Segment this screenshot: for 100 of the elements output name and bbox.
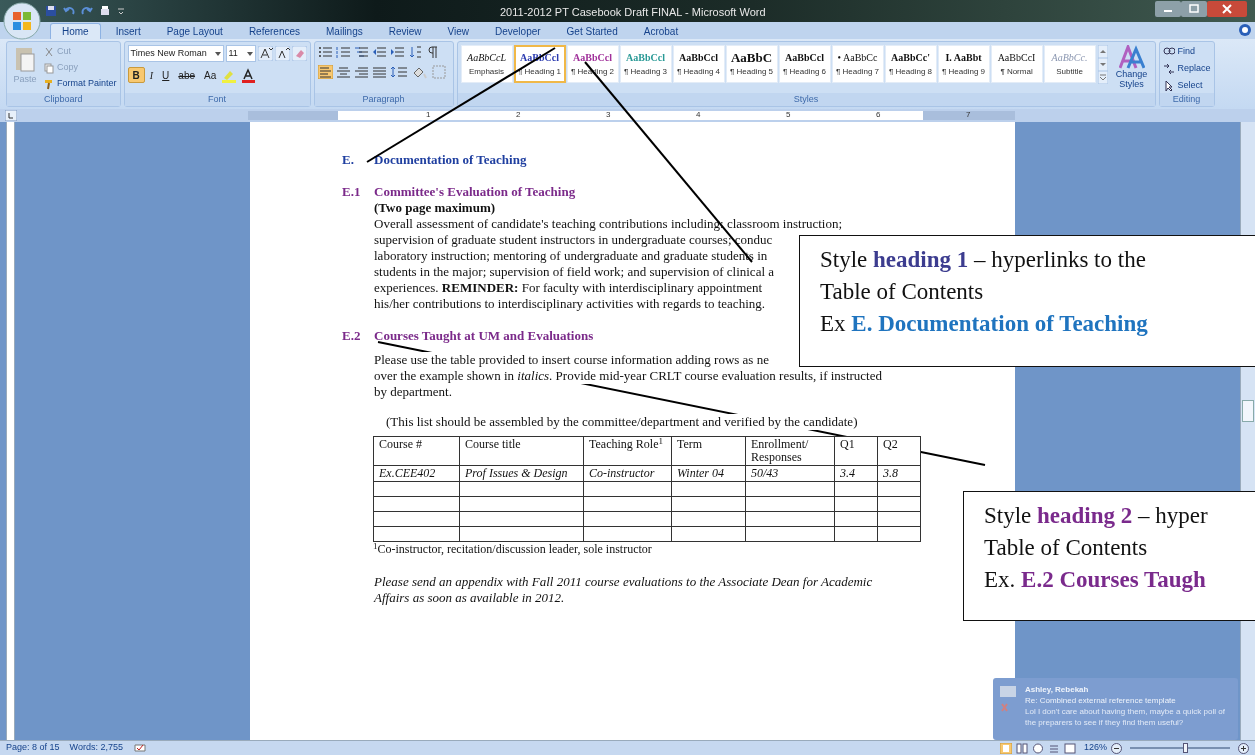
zoom-out-icon[interactable] [1111, 742, 1122, 754]
group-label: Font [124, 93, 310, 106]
column-header: Q1 [834, 436, 878, 466]
dropdown-icon [246, 51, 253, 56]
style-gallery-item[interactable]: I. AaBbt ¶ Heading 9 [937, 45, 990, 83]
sort-icon[interactable] [407, 45, 423, 59]
justify-icon[interactable] [371, 65, 387, 79]
group-label: Styles [457, 93, 1155, 106]
callout-text: Style heading 1 – hyperlinks to the [820, 246, 1147, 274]
scroll-up-icon[interactable] [1097, 45, 1108, 58]
zoom-in-icon[interactable] [1238, 742, 1249, 754]
align-right-icon[interactable] [353, 65, 369, 79]
help-icon[interactable] [1239, 24, 1251, 36]
binoculars-icon [1162, 46, 1175, 58]
ribbon-tab[interactable]: Get Started [555, 23, 629, 39]
page-count: Page: 8 of 15 [6, 741, 60, 755]
style-gallery-item[interactable]: AaBbCcI ¶ Normal [990, 45, 1043, 83]
draft-icon[interactable] [1063, 742, 1076, 754]
style-gallery-item[interactable]: AaBbC ¶ Heading 5 [725, 45, 778, 83]
change-styles-button[interactable]: Change Styles [1111, 45, 1152, 93]
column-header: Enrollment/ Responses [745, 436, 835, 466]
subheading: (Two page maximum) [373, 200, 497, 216]
table-cell: Prof Issues & Design [459, 465, 584, 482]
brush-icon [44, 78, 54, 90]
style-gallery-item[interactable]: AaBbCcl ¶ Heading 4 [672, 45, 725, 83]
table-cell: Ex.CEE402 [373, 465, 460, 482]
shrink-font-icon[interactable] [274, 46, 290, 61]
bullets-icon[interactable] [317, 45, 333, 59]
group-label: Paragraph [314, 93, 453, 106]
body-paragraph: over the example shown in italics. Provide mid-year CRLT course evaluation results, if instructed [374, 368, 882, 384]
ribbon-tab[interactable]: Home [50, 23, 101, 39]
undo-icon[interactable] [63, 5, 75, 17]
ribbon-tab[interactable]: Review [377, 23, 433, 39]
redo-icon[interactable] [81, 5, 93, 17]
minimize-icon[interactable] [1155, 1, 1181, 17]
callout-text: Style heading 2 – hyper [984, 502, 1209, 530]
scissors-icon [44, 46, 54, 58]
style-gallery-item[interactable]: AaBbCcl ¶ Heading 6 [778, 45, 831, 83]
footnote: $^{1}$Co-instructor, recitation/discussion leader, sole instructor [373, 542, 652, 556]
paste-icon [14, 45, 36, 73]
align-center-icon[interactable] [335, 65, 351, 79]
ribbon-tab[interactable]: Acrobat [632, 23, 690, 39]
grow-font-icon[interactable] [257, 46, 273, 61]
proofing-icon[interactable] [132, 742, 147, 754]
reading-layout-icon[interactable] [1015, 742, 1028, 754]
body-paragraph: Please use the table provided to insert course information adding rows as ne [374, 352, 769, 368]
restore-icon[interactable] [1181, 1, 1207, 17]
format-button[interactable]: U [158, 67, 174, 83]
select-button[interactable]: Select [1162, 79, 1211, 93]
ribbon-tab[interactable]: References [237, 23, 311, 39]
heading-number: E.1 [342, 184, 362, 200]
font-size-field[interactable]: 11 [225, 45, 256, 62]
format-painter-button[interactable]: Format Painter [44, 77, 117, 91]
more-styles-icon[interactable] [1097, 71, 1108, 84]
format-button[interactable]: abe [174, 67, 200, 83]
save-icon[interactable] [45, 5, 57, 17]
column-header: Teaching Role$^{1}$ [583, 436, 672, 466]
replace-button[interactable]: Replace [1162, 62, 1211, 76]
format-button[interactable]: B [127, 67, 145, 83]
ribbon-tab[interactable]: View [436, 23, 480, 39]
close-icon[interactable] [1207, 1, 1247, 17]
word-count: Words: 2,755 [69, 741, 123, 755]
scroll-thumb[interactable] [1242, 400, 1254, 422]
ribbon-tab[interactable]: Developer [484, 23, 552, 39]
style-gallery-item[interactable]: AaBbCc. Subtitle [1043, 45, 1096, 83]
style-gallery-item[interactable]: • AaBbCc ¶ Heading 7 [831, 45, 884, 83]
find-button[interactable]: Find [1162, 45, 1211, 59]
cursor-icon [1162, 80, 1175, 92]
table-cell: Winter 04 [671, 465, 746, 482]
format-button[interactable]: Aa [200, 67, 221, 83]
ruler-number: 7 [966, 109, 971, 121]
scroll-down-icon[interactable] [1097, 58, 1108, 71]
increase-indent-icon[interactable] [389, 45, 405, 59]
format-button[interactable]: I [145, 67, 158, 83]
ribbon-tab[interactable]: Mailings [315, 23, 374, 39]
style-gallery-item[interactable]: AaBbCcl ¶ Heading 3 [619, 45, 672, 83]
copy-icon [44, 62, 54, 74]
style-gallery-item[interactable]: AaBbCcL Emphasis [460, 45, 513, 83]
web-layout-icon[interactable] [1031, 742, 1044, 754]
body-paragraph: his/her contributions to interdisciplinary activities with regards to teaching. [374, 296, 765, 312]
outline-icon[interactable] [1047, 742, 1060, 754]
align-left-icon[interactable] [317, 65, 333, 79]
style-gallery-item[interactable]: AaBbCc' ¶ Heading 8 [884, 45, 937, 83]
customize-toolbar-icon[interactable] [117, 6, 125, 16]
slider-thumb[interactable] [1183, 743, 1188, 753]
callout-text: Ex E. Documentation of Teaching [820, 310, 1149, 338]
decrease-indent-icon[interactable] [371, 45, 387, 59]
table-cell: 50/43 [745, 465, 835, 482]
group-label: Editing [1159, 93, 1214, 106]
print-icon[interactable] [99, 5, 111, 17]
numbering-icon[interactable] [335, 45, 351, 59]
line-spacing-icon[interactable] [389, 65, 408, 79]
print-layout-icon[interactable] [999, 742, 1012, 754]
ribbon-tab[interactable]: Page Layout [155, 23, 234, 39]
font-name-field[interactable]: Times New Roman [127, 45, 224, 62]
multilevel-list-icon[interactable] [353, 45, 369, 59]
column-header: Q2 [877, 436, 921, 466]
ribbon-tab[interactable]: Insert [104, 23, 152, 39]
replace-icon [1162, 63, 1175, 75]
tab-selector-icon[interactable] [5, 110, 17, 121]
